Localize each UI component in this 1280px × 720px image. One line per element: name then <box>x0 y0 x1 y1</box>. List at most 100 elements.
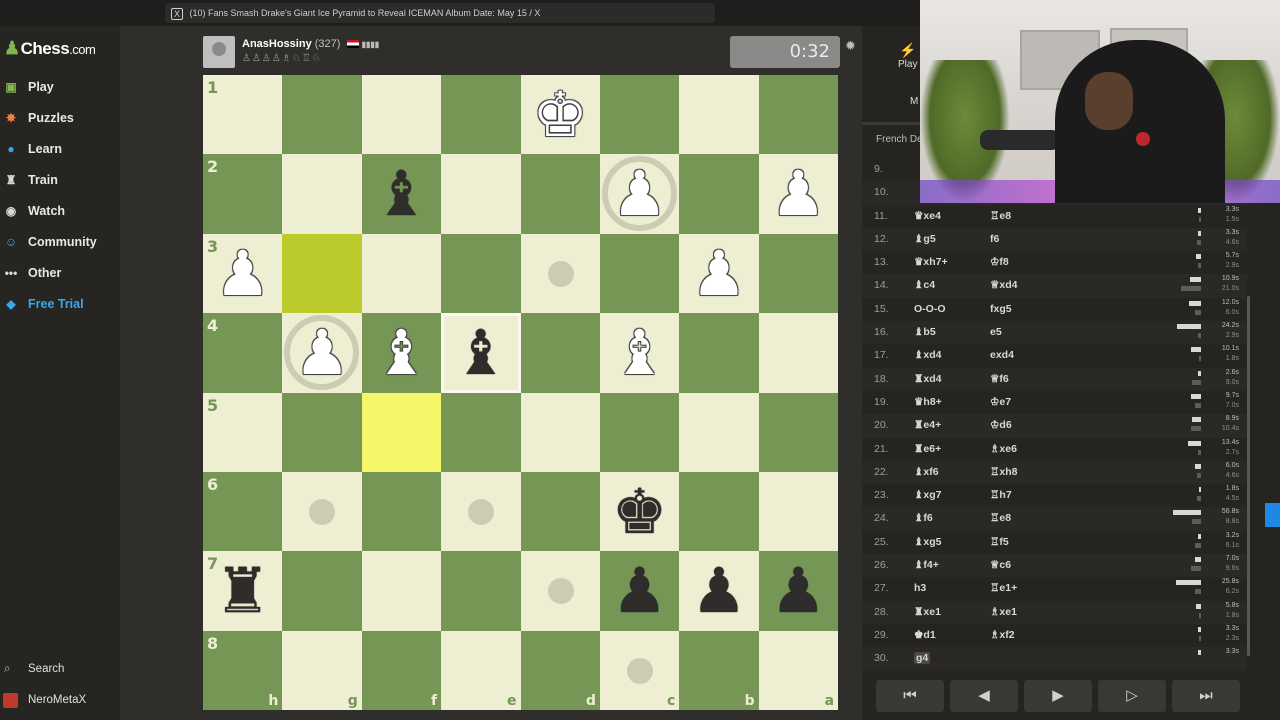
white-piece-b3[interactable]: ♟ <box>679 234 758 313</box>
board-square-c5[interactable] <box>599 392 680 472</box>
sidebar-item-watch[interactable]: ◉ Watch <box>0 199 120 223</box>
move-list-scrollbar[interactable] <box>1247 296 1250 656</box>
move-row[interactable]: 29. ♚d1 ♗xf2 3.3s 2.3s <box>862 624 1247 647</box>
board-square-f5[interactable] <box>361 392 442 472</box>
move-white[interactable]: ♜xd4 <box>914 373 942 385</box>
move-black[interactable]: ♕f6 <box>990 373 1009 385</box>
move-list[interactable]: 9. 10. 11. ♛xe4 ♖e8 3.3s 1.5s 12. ♝g5 f6 3.3s 4.6s 1… <box>862 158 1247 671</box>
move-black[interactable]: ♗xe1 <box>990 606 1017 618</box>
move-row[interactable]: 28. ♜xe1 ♗xe1 5.8s 1.8s <box>862 600 1247 624</box>
move-white[interactable]: g4 <box>914 652 931 665</box>
board-square-d7[interactable] <box>520 551 600 631</box>
move-row[interactable]: 18. ♜xd4 ♕f6 2.6s 9.0s <box>862 367 1247 391</box>
play-button[interactable]: ▶ <box>1024 680 1092 712</box>
black-piece-b7[interactable]: ♟ <box>679 551 758 630</box>
move-row[interactable]: 19. ♛h8+ ♔e7 9.7s 7.0s <box>862 391 1247 414</box>
move-white[interactable]: ♝xf6 <box>914 466 939 478</box>
chess-logo[interactable]: ♟Chess.com <box>4 38 96 59</box>
board-square-d6[interactable] <box>520 471 600 552</box>
white-piece-c2[interactable]: ♟ <box>600 154 679 233</box>
move-row[interactable]: 14. ♝c4 ♕xd4 10.9s 21.0s <box>862 274 1247 298</box>
board-square-a3[interactable] <box>758 233 839 314</box>
move-row[interactable]: 17. ♝xd4 exd4 10.1s 1.8s <box>862 344 1247 367</box>
move-white[interactable]: h3 <box>914 582 926 594</box>
board-square-a6[interactable] <box>758 471 839 552</box>
move-row[interactable]: 22. ♝xf6 ♖xh8 6.0s 4.6s <box>862 460 1247 485</box>
move-white[interactable]: ♝xg5 <box>914 536 942 548</box>
move-row[interactable]: 27. h3 ♖e1+ 25.8s 6.2s <box>862 577 1247 600</box>
board-square-e5[interactable] <box>441 392 521 472</box>
move-black[interactable]: ♕c6 <box>990 559 1011 571</box>
white-piece-f4[interactable]: ♝ <box>362 313 441 392</box>
board-square-g6[interactable] <box>282 471 362 552</box>
sidebar-item-puzzles[interactable]: ✸ Puzzles <box>0 106 120 130</box>
board-square-h2[interactable]: 2 <box>203 154 283 234</box>
move-white[interactable]: ♝f6 <box>914 512 933 524</box>
legal-move-dot[interactable] <box>626 657 653 684</box>
board-square-b6[interactable] <box>679 471 759 552</box>
board-square-e2[interactable] <box>441 154 521 234</box>
move-black[interactable]: ♖h7 <box>990 489 1012 501</box>
move-black[interactable]: ♖e1+ <box>990 582 1017 594</box>
tab-play[interactable]: ⚡ Play <box>898 42 917 70</box>
black-piece-f2[interactable]: ♝ <box>362 154 441 233</box>
move-black[interactable]: ♕xd4 <box>990 279 1018 291</box>
move-black[interactable]: ♗xf2 <box>990 629 1015 641</box>
board-square-d2[interactable] <box>520 154 600 234</box>
move-white[interactable]: ♝c4 <box>914 279 935 291</box>
legal-move-dot[interactable] <box>309 498 336 525</box>
board-square-f6[interactable] <box>361 471 442 552</box>
move-black[interactable]: ♖e8 <box>990 210 1011 222</box>
board-square-f7[interactable] <box>361 551 442 631</box>
last-move-button[interactable]: ⏭ <box>1172 680 1240 712</box>
gear-icon[interactable]: ✹ <box>845 38 856 54</box>
sidebar-item-other[interactable]: ••• Other <box>0 261 120 285</box>
move-row[interactable]: 23. ♝xg7 ♖h7 1.8s 4.5s <box>862 484 1247 507</box>
move-row[interactable]: 11. ♛xe4 ♖e8 3.3s 1.5s <box>862 205 1247 228</box>
legal-move-dot[interactable] <box>547 578 574 605</box>
move-row[interactable]: 20. ♜e4+ ♔d6 8.9s 10.4s <box>862 414 1247 438</box>
board-square-h8[interactable]: 8h <box>203 630 283 711</box>
move-row[interactable]: 21. ♜e6+ ♗xe6 13.4s 2.7s <box>862 438 1247 461</box>
board-square-d8[interactable]: d <box>520 630 600 711</box>
board-square-d4[interactable] <box>520 313 600 393</box>
board-square-e6[interactable] <box>441 471 521 552</box>
board-square-b1[interactable] <box>679 75 759 155</box>
move-black[interactable]: ♔d6 <box>990 419 1012 431</box>
previous-move-button[interactable]: ◀ <box>950 680 1018 712</box>
move-white[interactable]: ♝b5 <box>914 326 936 338</box>
move-white[interactable]: ♝xg7 <box>914 489 942 501</box>
move-white[interactable]: O-O-O <box>914 303 946 315</box>
move-white[interactable]: ♛xe4 <box>914 210 941 222</box>
sidebar-user[interactable]: NeroMetaX <box>0 689 120 711</box>
white-piece-g4[interactable]: ♟ <box>282 313 361 392</box>
board-square-c8[interactable]: c <box>599 630 680 711</box>
move-row[interactable]: 12. ♝g5 f6 3.3s 4.6s <box>862 227 1247 252</box>
board-square-b2[interactable] <box>679 154 759 234</box>
board-square-f1[interactable] <box>361 75 442 155</box>
move-row[interactable]: 15. O-O-O fxg5 12.0s 6.0s <box>862 298 1247 321</box>
browser-tab[interactable]: X (10) Fans Smash Drake's Giant Ice Pyra… <box>165 3 715 23</box>
board-square-e1[interactable] <box>441 75 521 155</box>
move-white[interactable]: ♛h8+ <box>914 396 942 408</box>
sidebar-item-train[interactable]: ♜ Train <box>0 168 120 192</box>
board-square-c1[interactable] <box>599 75 680 155</box>
white-piece-a2[interactable]: ♟ <box>759 154 838 233</box>
board-square-c3[interactable] <box>599 233 680 314</box>
board-square-g1[interactable] <box>282 75 362 155</box>
move-black[interactable]: fxg5 <box>990 303 1012 315</box>
board-square-e3[interactable] <box>441 233 521 314</box>
move-black[interactable]: f6 <box>990 233 999 245</box>
board-square-e7[interactable] <box>441 551 521 631</box>
board-square-g8[interactable]: g <box>282 630 362 711</box>
board-square-f8[interactable]: f <box>361 630 442 711</box>
opponent-avatar[interactable] <box>203 36 235 68</box>
sidebar-item-play[interactable]: ▣ Play <box>0 75 120 99</box>
black-piece-c7[interactable]: ♟ <box>600 551 679 630</box>
board-square-h6[interactable]: 6 <box>203 471 283 552</box>
move-black[interactable]: e5 <box>990 326 1002 338</box>
chess-board[interactable]: 1 2 3 4 5 6 7 8 h g f e d c b a ♚ ♝ ♟ ♟ ♟ ♟ ♟ ♝ ♝ ♝ ♚ ♜ ♟ ♟ ♟ <box>203 75 839 711</box>
move-white[interactable]: ♜xe1 <box>914 606 941 618</box>
board-square-d5[interactable] <box>520 392 600 472</box>
move-row[interactable]: 25. ♝xg5 ♖f5 3.2s 6.1s <box>862 531 1247 554</box>
